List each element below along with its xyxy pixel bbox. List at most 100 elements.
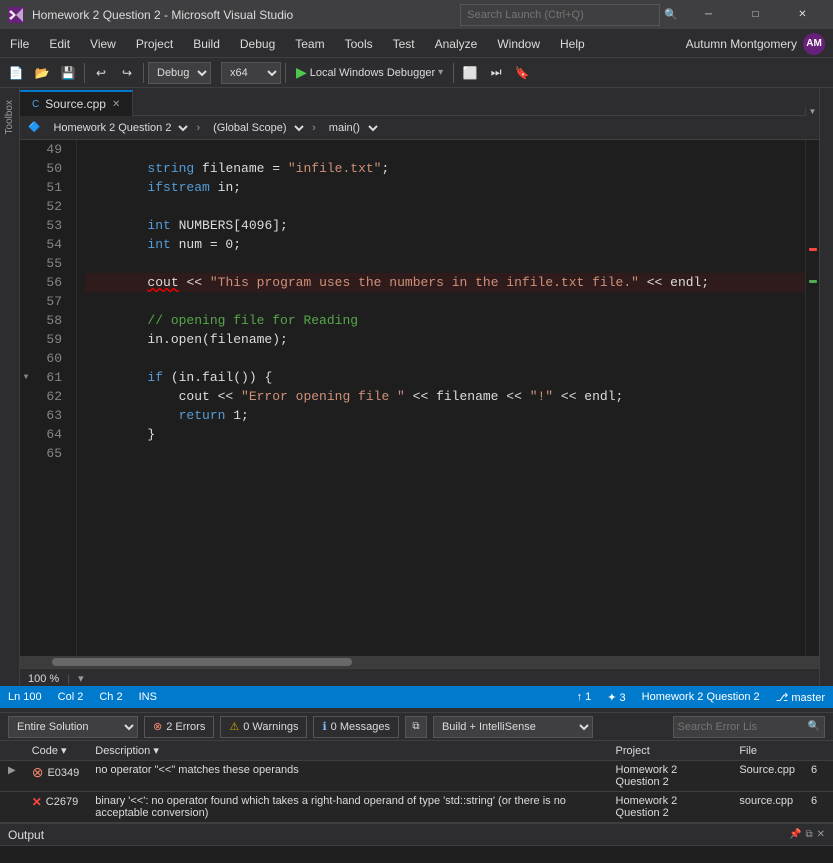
up-arrow-status: ↑ 1	[577, 691, 592, 703]
breadcrumb-func-dropdown[interactable]: main()	[320, 119, 382, 137]
menu-test[interactable]: Test	[383, 30, 425, 58]
breadcrumb-scope-dropdown[interactable]: (Global Scope)	[204, 119, 308, 137]
error-table-container: Code ▾ Description ▾ Project File ▶ ⊗ E0…	[0, 741, 833, 823]
margin-52	[20, 197, 32, 216]
build-filter-dropdown[interactable]: Build + IntelliSense	[433, 716, 593, 738]
menu-help[interactable]: Help	[550, 30, 595, 58]
undo-btn[interactable]: ↩	[89, 61, 113, 85]
expand-cell-0[interactable]: ▶	[0, 761, 24, 792]
menu-view[interactable]: View	[80, 30, 126, 58]
linenum-51: 51	[32, 178, 68, 197]
redo-btn[interactable]: ↪	[115, 61, 139, 85]
debug-config-dropdown[interactable]: Debug	[148, 62, 211, 84]
linenum-55: 55	[32, 254, 68, 273]
avatar[interactable]: AM	[803, 33, 825, 55]
new-project-btn[interactable]: 📄	[4, 61, 28, 85]
code-cell-1: ✕ C2679	[24, 792, 88, 823]
platform-dropdown[interactable]: x64	[221, 62, 281, 84]
linenum-63: 63	[32, 406, 68, 425]
right-scrollbar[interactable]	[819, 88, 833, 688]
source-cpp-tab[interactable]: C Source.cpp ✕	[20, 90, 133, 116]
code-line-61: if (in.fail()) {	[85, 368, 805, 387]
sep2	[143, 63, 144, 83]
ln-status[interactable]: Ln 100	[8, 691, 42, 703]
maximize-button[interactable]: □	[733, 0, 778, 30]
ch-status[interactable]: Ch 2	[99, 691, 122, 703]
warning-icon: ⚠	[229, 720, 239, 733]
output-panel: Output 📌 ⧉ ✕	[0, 823, 833, 863]
open-btn[interactable]: 📂	[30, 61, 54, 85]
linenum-65: 65	[32, 444, 68, 463]
breadcrumb-file-dropdown[interactable]: Homework 2 Question 2	[44, 119, 192, 137]
col-expand[interactable]	[0, 741, 24, 761]
margin-58	[20, 311, 32, 330]
h-scrollbar[interactable]	[20, 656, 819, 668]
info-indicator-58	[809, 280, 817, 283]
col-code[interactable]: Code ▾	[24, 741, 88, 761]
col-description[interactable]: Description ▾	[87, 741, 607, 761]
quick-launch-input[interactable]	[460, 4, 660, 26]
branch-status[interactable]: ⎇ master	[776, 691, 825, 704]
file-cell-0: Source.cpp	[731, 761, 803, 792]
tab-close-btn[interactable]: ✕	[112, 99, 120, 110]
main-area: Toolbox C Source.cpp ✕ ▼ 🔷 Homework 2 Qu…	[0, 88, 833, 688]
col-file[interactable]: File	[731, 741, 803, 761]
table-row[interactable]: ▶ ⊗ E0349 no operator "<<" matches these…	[0, 761, 833, 792]
error-search-input[interactable]	[678, 721, 808, 733]
menu-window[interactable]: Window	[487, 30, 550, 58]
menu-debug[interactable]: Debug	[230, 30, 285, 58]
messages-btn[interactable]: ℹ 0 Messages	[313, 716, 399, 738]
output-close-btn[interactable]: ✕	[817, 829, 825, 840]
output-pin-btn[interactable]: 📌	[789, 829, 801, 840]
col-project[interactable]: Project	[608, 741, 732, 761]
search-bar: 🔍	[460, 4, 678, 26]
menu-project[interactable]: Project	[126, 30, 183, 58]
error-table: Code ▾ Description ▾ Project File ▶ ⊗ E0…	[0, 741, 833, 823]
margin-49	[20, 140, 32, 159]
menu-analyze[interactable]: Analyze	[425, 30, 488, 58]
breakpoints-btn[interactable]: ⬜	[458, 61, 482, 85]
filter-btn[interactable]: ⧉	[405, 716, 427, 738]
close-button[interactable]: ✕	[780, 0, 825, 30]
warnings-btn[interactable]: ⚠ 0 Warnings	[220, 716, 307, 738]
code-editor[interactable]: ▼ 49 50 51 52 53 54 55 56 57 58 59 60 61	[20, 140, 819, 656]
code-line-64: }	[85, 425, 805, 444]
margin-62	[20, 387, 32, 406]
bookmark-btn[interactable]: 🔖	[510, 61, 534, 85]
zoom-dropdown-btn[interactable]: ▾	[78, 672, 84, 685]
menu-tools[interactable]: Tools	[335, 30, 383, 58]
col-line[interactable]	[803, 741, 833, 761]
scope-dropdown[interactable]: Entire Solution	[8, 716, 138, 738]
project-cell-0: Homework 2 Question 2	[608, 761, 732, 792]
menu-file[interactable]: File	[0, 30, 39, 58]
menu-bar: File Edit View Project Build Debug Team …	[0, 30, 833, 58]
sep3	[285, 63, 286, 83]
code-line-57	[85, 292, 805, 311]
linenum-50: 50	[32, 159, 68, 178]
collapse-editor-btn[interactable]: ▼	[805, 107, 819, 116]
minimize-button[interactable]: ─	[686, 0, 731, 30]
margin-51	[20, 178, 32, 197]
menu-edit[interactable]: Edit	[39, 30, 80, 58]
table-row[interactable]: ✕ C2679 binary '<<': no operator found w…	[0, 792, 833, 823]
linenum-64: 64	[32, 425, 68, 444]
margin-65	[20, 444, 32, 463]
output-float-btn[interactable]: ⧉	[805, 829, 812, 840]
vs-icon	[8, 7, 24, 23]
title-bar: Homework 2 Question 2 - Microsoft Visual…	[0, 0, 833, 30]
code-cell-0: ⊗ E0349	[24, 761, 88, 792]
code-content[interactable]: string filename = "infile.txt"; ifstream…	[77, 140, 805, 656]
sep1	[84, 63, 85, 83]
h-scroll-thumb[interactable]	[52, 658, 352, 666]
menu-build[interactable]: Build	[183, 30, 230, 58]
step-over-btn[interactable]: ⏭	[484, 61, 508, 85]
save-btn[interactable]: 💾	[56, 61, 80, 85]
run-debugger-btn[interactable]: ▶ Local Windows Debugger ▾	[290, 62, 449, 83]
toolbar: 📄 📂 💾 ↩ ↪ Debug x64 ▶ Local Windows Debu…	[0, 58, 833, 88]
error-list-panel: Error List 📌 ⧉ ✕ Entire Solution ⊗ 2 Err…	[0, 688, 833, 823]
errors-btn[interactable]: ⊗ 2 Errors	[144, 716, 214, 738]
col-status[interactable]: Col 2	[58, 691, 84, 703]
project-status[interactable]: Homework 2 Question 2	[642, 691, 760, 703]
collapse-arrow-61[interactable]: ▼	[24, 373, 29, 382]
menu-team[interactable]: Team	[285, 30, 334, 58]
